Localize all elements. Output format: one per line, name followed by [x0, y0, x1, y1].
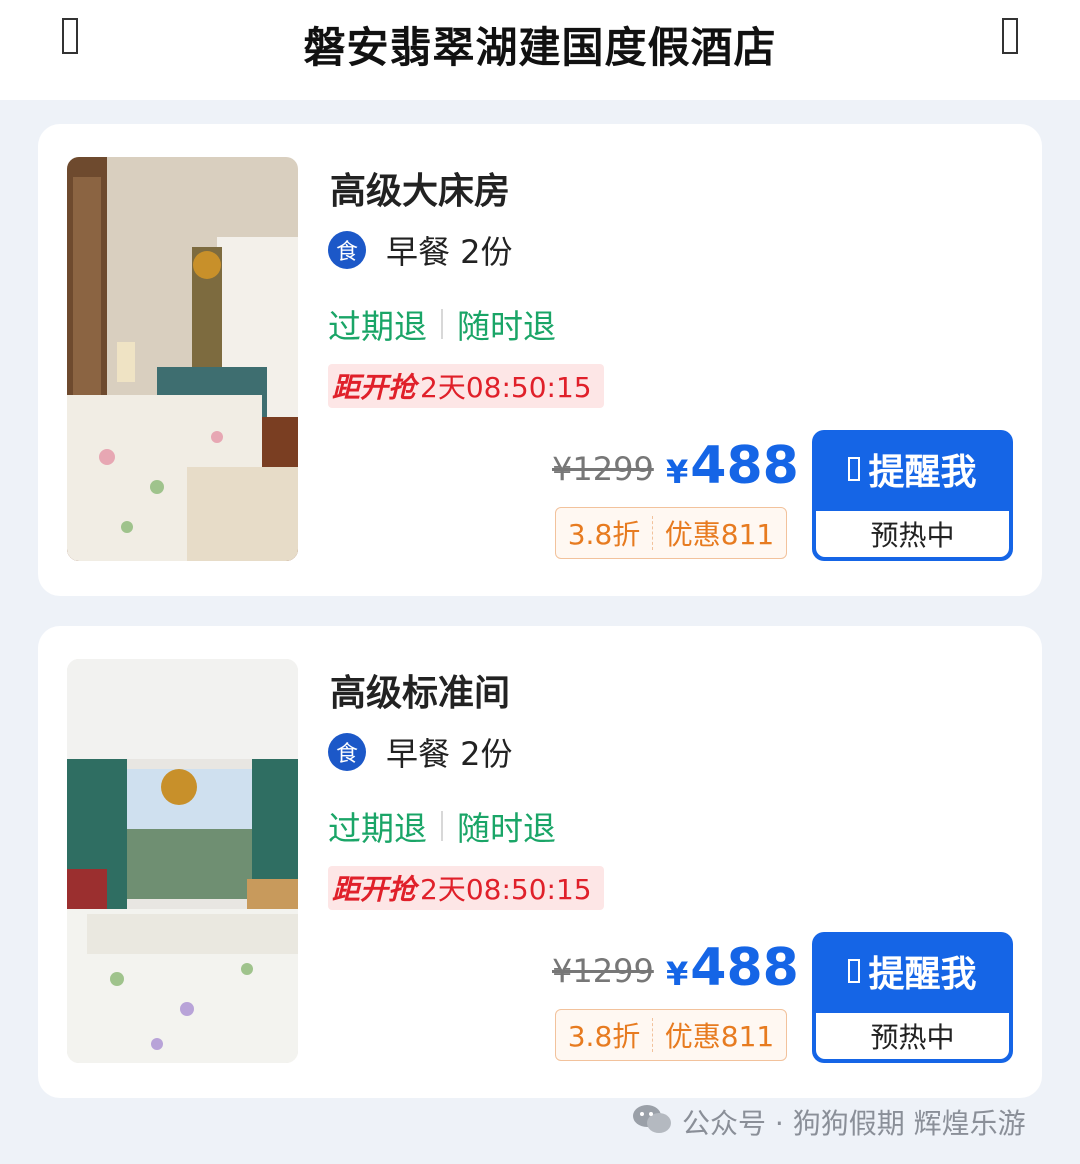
remind-label: 提醒我: [868, 954, 977, 995]
discount-tag: 3.8折 优惠811: [555, 507, 787, 559]
currency-symbol: ¥: [666, 453, 689, 491]
room-photo[interactable]: [67, 157, 298, 561]
countdown-value: 2天08:50:15: [420, 371, 592, 404]
remind-top: 提醒我: [812, 430, 1013, 508]
cancel-policies: 过期退 随时退: [328, 300, 556, 348]
remind-me-button[interactable]: 提醒我 预热中: [812, 932, 1013, 1063]
watermark-text: 公众号 · 狗狗假期 辉煌乐游: [682, 1107, 1026, 1140]
bell-icon: [848, 457, 861, 481]
price-amount: 488: [690, 938, 799, 998]
wechat-icon: [632, 1103, 672, 1142]
discount-rate: 3.8折: [567, 1020, 641, 1053]
policy-expired-refund: 过期退: [328, 307, 427, 346]
meal-icon: 食: [328, 733, 366, 771]
discount-rate: 3.8折: [567, 518, 641, 551]
original-price: ¥1299: [552, 952, 654, 990]
room-card[interactable]: 高级标准间 食 早餐 2份 过期退 随时退 距开抢 2天08:50:15 ¥12…: [38, 626, 1042, 1098]
watermark: 公众号 · 狗狗假期 辉煌乐游: [632, 1100, 1026, 1144]
original-price: ¥1299: [552, 450, 654, 488]
meal-info: 食 早餐 2份: [328, 732, 513, 773]
policy-divider: [441, 811, 443, 841]
price-amount: 488: [690, 436, 799, 496]
room-photo[interactable]: [67, 659, 298, 1063]
meal-icon: 食: [328, 231, 366, 269]
policy-expired-refund: 过期退: [328, 809, 427, 848]
remind-top: 提醒我: [812, 932, 1013, 1010]
meal-text: 早餐 2份: [386, 735, 513, 773]
countdown-label: 距开抢: [332, 371, 417, 404]
meal-text: 早餐 2份: [386, 233, 513, 271]
policy-divider: [441, 309, 443, 339]
page-title: 磐安翡翠湖建国度假酒店: [303, 23, 777, 72]
room-card[interactable]: 高级大床房 食 早餐 2份 过期退 随时退 距开抢 2天08:50:15 ¥12…: [38, 124, 1042, 596]
countdown-badge: 距开抢 2天08:50:15: [328, 866, 604, 910]
remind-status: 预热中: [816, 511, 1009, 557]
remind-label: 提醒我: [868, 452, 977, 493]
sale-price: ¥ 488: [666, 938, 799, 998]
discount-savings: 优惠811: [664, 1020, 775, 1053]
remind-status: 预热中: [816, 1013, 1009, 1059]
share-icon[interactable]: [1002, 18, 1018, 54]
countdown-value: 2天08:50:15: [420, 873, 592, 906]
bell-icon: [848, 959, 861, 983]
room-name: 高级标准间: [330, 673, 511, 714]
countdown-label: 距开抢: [332, 873, 417, 906]
currency-symbol: ¥: [666, 955, 689, 993]
cancel-policies: 过期退 随时退: [328, 802, 556, 850]
discount-tag: 3.8折 优惠811: [555, 1009, 787, 1061]
room-name: 高级大床房: [330, 171, 511, 212]
policy-anytime-refund: 随时退: [457, 809, 556, 848]
countdown-badge: 距开抢 2天08:50:15: [328, 364, 604, 408]
policy-anytime-refund: 随时退: [457, 307, 556, 346]
discount-savings: 优惠811: [664, 518, 775, 551]
meal-info: 食 早餐 2份: [328, 230, 513, 271]
remind-me-button[interactable]: 提醒我 预热中: [812, 430, 1013, 561]
sale-price: ¥ 488: [666, 436, 799, 496]
top-bar: 磐安翡翠湖建国度假酒店: [0, 0, 1080, 100]
